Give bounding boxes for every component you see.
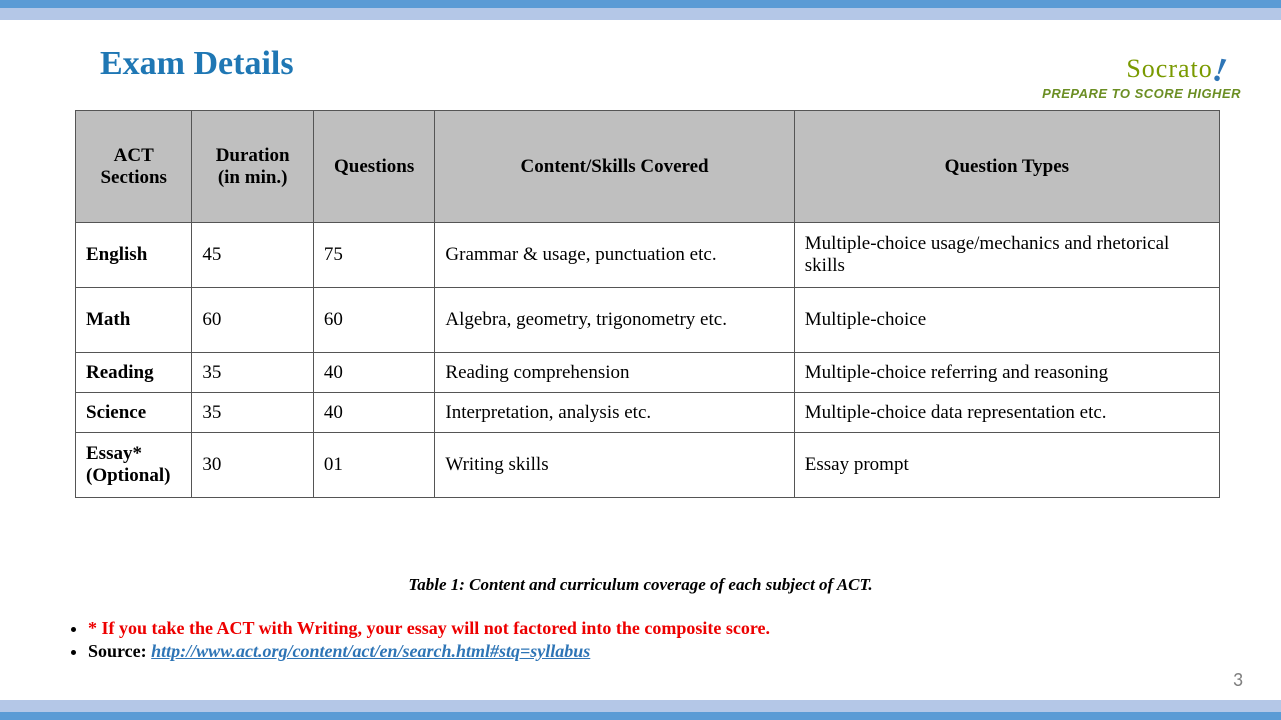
top-band-dark <box>0 0 1281 8</box>
cell-types: Multiple-choice referring and reasoning <box>794 353 1219 393</box>
cell-section: Essay* (Optional) <box>76 433 192 498</box>
table-row: Science 35 40 Interpretation, analysis e… <box>76 393 1220 433</box>
cell-duration: 30 <box>192 433 313 498</box>
cell-duration: 60 <box>192 288 313 353</box>
cell-duration: 45 <box>192 223 313 288</box>
exam-table-container: ACT Sections Duration (in min.) Question… <box>75 110 1220 498</box>
cell-section: Reading <box>76 353 192 393</box>
cell-questions: 40 <box>313 393 434 433</box>
cell-content: Interpretation, analysis etc. <box>435 393 794 433</box>
cell-questions: 60 <box>313 288 434 353</box>
cell-content: Algebra, geometry, trigonometry etc. <box>435 288 794 353</box>
cell-questions: 40 <box>313 353 434 393</box>
header-sections: ACT Sections <box>76 111 192 223</box>
table-row: Math 60 60 Algebra, geometry, trigonomet… <box>76 288 1220 353</box>
table-row: Reading 35 40 Reading comprehension Mult… <box>76 353 1220 393</box>
cell-types: Multiple-choice data representation etc. <box>794 393 1219 433</box>
cell-types: Essay prompt <box>794 433 1219 498</box>
table-row: Essay* (Optional) 30 01 Writing skills E… <box>76 433 1220 498</box>
header-duration: Duration (in min.) <box>192 111 313 223</box>
page-title: Exam Details <box>100 45 294 83</box>
note-text: * If you take the ACT with Writing, your… <box>88 618 770 638</box>
source-label: Source: <box>88 641 151 661</box>
footer-bullets: * If you take the ACT with Writing, your… <box>68 618 770 664</box>
cell-section: Math <box>76 288 192 353</box>
logo-block: Socrato! PREPARE TO SCORE HIGHER <box>1042 48 1241 101</box>
header-questions: Questions <box>313 111 434 223</box>
header-content: Content/Skills Covered <box>435 111 794 223</box>
cell-section: Science <box>76 393 192 433</box>
source-bullet: Source: http://www.act.org/content/act/e… <box>88 641 770 662</box>
exam-table: ACT Sections Duration (in min.) Question… <box>75 110 1220 498</box>
cell-content: Reading comprehension <box>435 353 794 393</box>
cell-content: Grammar & usage, punctuation etc. <box>435 223 794 288</box>
source-link[interactable]: http://www.act.org/content/act/en/search… <box>151 641 590 661</box>
cell-content: Writing skills <box>435 433 794 498</box>
cell-duration: 35 <box>192 353 313 393</box>
bottom-band-dark <box>0 712 1281 720</box>
table-row: English 45 75 Grammar & usage, punctuati… <box>76 223 1220 288</box>
logo-brand: Socrato! <box>1042 48 1241 86</box>
cell-duration: 35 <box>192 393 313 433</box>
cell-types: Multiple-choice <box>794 288 1219 353</box>
page-number: 3 <box>1233 668 1243 692</box>
logo-brand-text: Socrato <box>1126 54 1212 83</box>
bottom-band-light <box>0 700 1281 712</box>
cell-types: Multiple-choice usage/mechanics and rhet… <box>794 223 1219 288</box>
top-band-light <box>0 8 1281 20</box>
cell-section: English <box>76 223 192 288</box>
note-bullet: * If you take the ACT with Writing, your… <box>88 618 770 639</box>
cell-questions: 01 <box>313 433 434 498</box>
cell-questions: 75 <box>313 223 434 288</box>
table-caption: Table 1: Content and curriculum coverage… <box>0 575 1281 595</box>
table-header-row: ACT Sections Duration (in min.) Question… <box>76 111 1220 223</box>
header-types: Question Types <box>794 111 1219 223</box>
